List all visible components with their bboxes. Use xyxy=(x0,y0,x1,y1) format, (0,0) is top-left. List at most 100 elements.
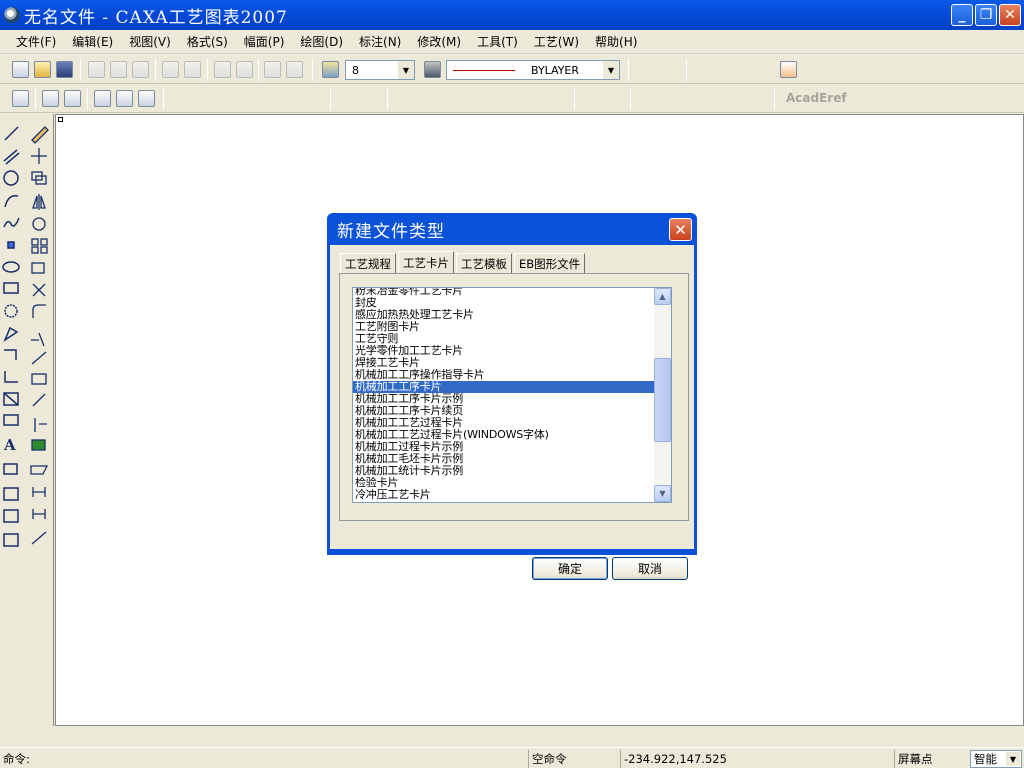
command-line[interactable]: 命令: xyxy=(0,750,528,768)
menu-help[interactable]: 帮助(H) xyxy=(587,33,645,50)
pencil-icon[interactable] xyxy=(636,90,653,107)
text-icon[interactable] xyxy=(116,90,133,107)
help-icon[interactable] xyxy=(780,61,797,78)
menu-draw[interactable]: 绘图(D) xyxy=(292,33,351,50)
list-item[interactable]: 光学零件加工工艺卡片 xyxy=(353,345,655,357)
magnet-icon[interactable] xyxy=(640,61,657,78)
center-line-icon[interactable] xyxy=(304,90,321,107)
copy-icon[interactable] xyxy=(110,61,127,78)
zoom-previous-icon[interactable] xyxy=(746,90,763,107)
list-item[interactable]: 感应加热热处理工艺卡片 xyxy=(353,309,655,321)
section-symbol-icon[interactable] xyxy=(482,90,499,107)
file-type-list[interactable]: 粉末冶金零件工艺卡片 封皮 感应加热热处理工艺卡片 工艺附图卡片 工艺守则 光学… xyxy=(352,287,672,503)
list-item[interactable]: 机械加工工艺过程卡片(WINDOWS字体) xyxy=(353,429,655,441)
tab-process-card[interactable]: 工艺卡片 xyxy=(398,251,454,273)
forward-arrow-icon[interactable] xyxy=(286,61,303,78)
pan-icon[interactable] xyxy=(658,90,675,107)
tab-process-template[interactable]: 工艺模板 xyxy=(456,253,512,273)
zoom-window-icon[interactable] xyxy=(702,90,719,107)
chamfer-icon[interactable] xyxy=(526,90,543,107)
menu-tools[interactable]: 工具(T) xyxy=(469,33,526,50)
list-item[interactable]: 机械加工工艺过程卡片 xyxy=(353,417,655,429)
scroll-up-icon[interactable]: ▲ xyxy=(654,288,671,305)
menu-modify[interactable]: 修改(M) xyxy=(409,33,469,50)
view-label-icon[interactable] xyxy=(548,90,565,107)
coordinate-dimension-icon[interactable] xyxy=(364,90,381,107)
edit-text-icon[interactable] xyxy=(236,61,253,78)
roughness-icon[interactable] xyxy=(438,90,455,107)
menu-file[interactable]: 文件(F) xyxy=(8,33,64,50)
cancel-button[interactable]: 取消 xyxy=(612,557,688,580)
app-icon[interactable] xyxy=(4,7,20,23)
detail-table-icon[interactable] xyxy=(138,90,155,107)
menu-page[interactable]: 幅面(P) xyxy=(236,33,293,50)
menu-view[interactable]: 视图(V) xyxy=(121,33,179,50)
arrow-line-icon[interactable] xyxy=(238,90,255,107)
scroll-thumb[interactable] xyxy=(654,358,671,442)
linetype-icon[interactable] xyxy=(424,61,441,78)
back-arrow-icon[interactable] xyxy=(264,61,281,78)
menu-edit[interactable]: 编辑(E) xyxy=(64,33,121,50)
hatch-icon[interactable] xyxy=(282,90,299,107)
ruler-icon[interactable] xyxy=(606,90,623,107)
close-icon[interactable]: ✕ xyxy=(669,218,692,241)
list-scrollbar[interactable]: ▲ ▼ xyxy=(654,288,671,502)
measure-icon[interactable] xyxy=(692,61,709,78)
save-icon[interactable] xyxy=(56,61,73,78)
frame-icon[interactable] xyxy=(42,90,59,107)
list-item[interactable]: 机械加工毛坯卡片示例 xyxy=(353,453,655,465)
wave-line-icon[interactable] xyxy=(194,90,211,107)
query-icon[interactable] xyxy=(662,61,679,78)
zoom-all-icon[interactable] xyxy=(724,90,741,107)
datum-icon[interactable] xyxy=(416,90,433,107)
minimize-button[interactable]: _ xyxy=(951,4,973,26)
list-item[interactable]: 检验卡片 xyxy=(353,477,655,489)
menu-format[interactable]: 格式(S) xyxy=(179,33,236,50)
properties-icon[interactable] xyxy=(714,61,731,78)
list-item[interactable]: 焊接工艺卡片 xyxy=(353,357,655,369)
list-item[interactable]: 机械加工工序卡片示例 xyxy=(353,393,655,405)
layer-dropdown[interactable]: 8 ▼ xyxy=(345,60,415,80)
list-item[interactable]: 粉末冶金零件工艺卡片 xyxy=(353,288,655,297)
table-icon[interactable] xyxy=(214,61,231,78)
close-button[interactable]: ✕ xyxy=(999,4,1021,26)
tab-eb-graphic-file[interactable]: EB图形文件 xyxy=(514,253,586,273)
open-folder-icon[interactable] xyxy=(34,61,51,78)
list-item[interactable]: 机械加工过程卡片示例 xyxy=(353,441,655,453)
maximize-button[interactable]: ❐ xyxy=(975,4,997,26)
dimension-icon[interactable] xyxy=(342,90,359,107)
list-item[interactable]: 工艺守则 xyxy=(353,333,655,345)
tolerance-icon[interactable] xyxy=(394,90,411,107)
layer-icon[interactable] xyxy=(322,61,339,78)
menu-process[interactable]: 工艺(W) xyxy=(526,33,587,50)
undo-icon[interactable] xyxy=(162,61,179,78)
find-icon[interactable] xyxy=(584,90,601,107)
scroll-down-icon[interactable]: ▼ xyxy=(654,485,671,502)
snap-mode-select[interactable]: 智能 ▼ xyxy=(970,750,1022,768)
list-item-selected[interactable]: 机械加工工序卡片 xyxy=(353,381,655,393)
cut-icon[interactable] xyxy=(88,61,105,78)
redraw-icon[interactable] xyxy=(12,90,29,107)
arc-icon[interactable] xyxy=(172,90,189,107)
list-item[interactable]: 工艺附图卡片 xyxy=(353,321,655,333)
menu-dimension[interactable]: 标注(N) xyxy=(351,33,409,50)
zoom-dynamic-icon[interactable] xyxy=(680,90,697,107)
list-item[interactable]: 封皮 xyxy=(353,297,655,309)
settings-icon[interactable] xyxy=(736,61,753,78)
snap-icon[interactable] xyxy=(758,61,775,78)
number-icon[interactable] xyxy=(94,90,111,107)
redo-icon[interactable] xyxy=(184,61,201,78)
spline-icon[interactable] xyxy=(260,90,277,107)
list-item[interactable]: 机械加工工序操作指导卡片 xyxy=(353,369,655,381)
break-line-icon[interactable] xyxy=(216,90,233,107)
paste-icon[interactable] xyxy=(132,61,149,78)
weld-symbol-icon[interactable] xyxy=(460,90,477,107)
ok-button[interactable]: 确定 xyxy=(532,557,608,580)
title-block-icon[interactable] xyxy=(64,90,81,107)
new-file-icon[interactable] xyxy=(12,61,29,78)
list-item[interactable]: 机械加工工序卡片续页 xyxy=(353,405,655,417)
tab-process-spec[interactable]: 工艺规程 xyxy=(340,253,396,273)
list-item[interactable]: 机械加工统计卡片示例 xyxy=(353,465,655,477)
linetype-dropdown[interactable]: BYLAYER ▼ xyxy=(446,60,620,80)
list-item[interactable]: 冷冲压工艺卡片 xyxy=(353,489,655,501)
